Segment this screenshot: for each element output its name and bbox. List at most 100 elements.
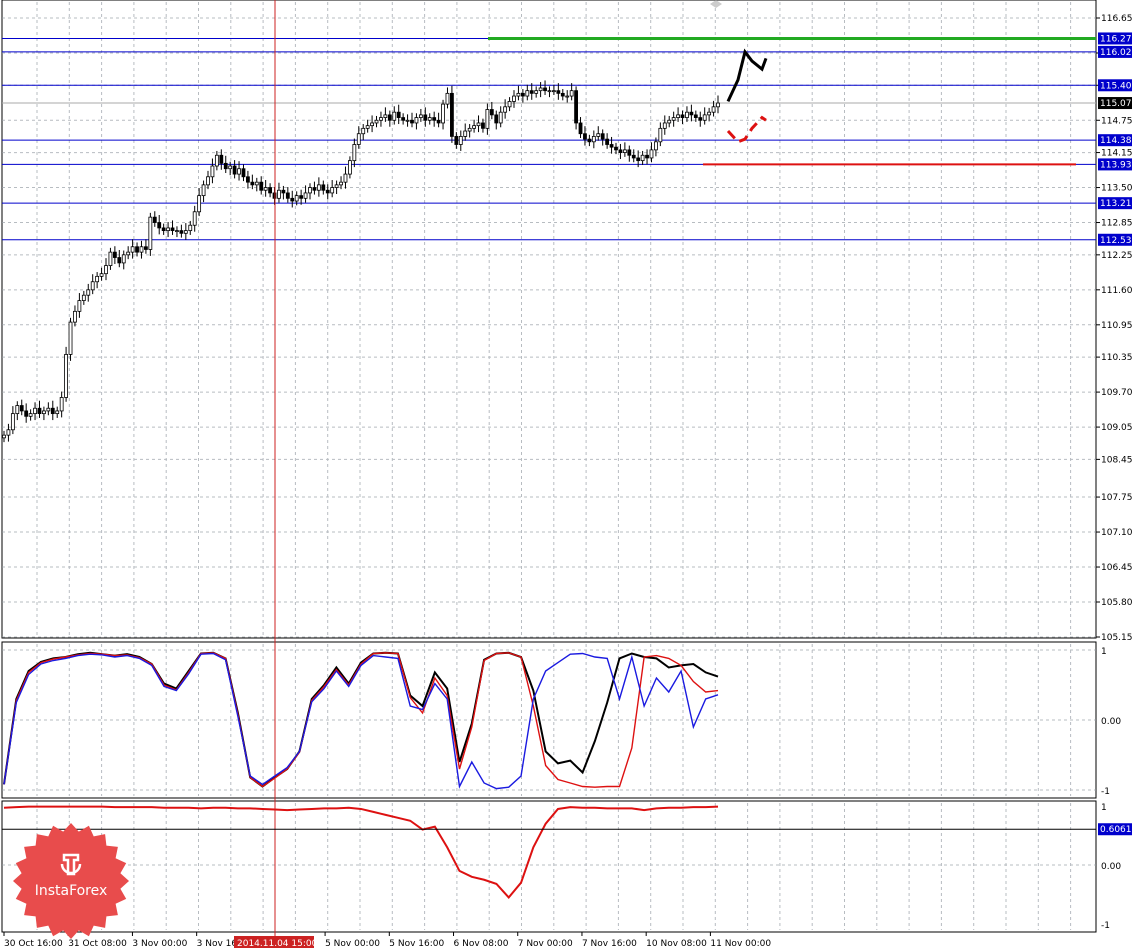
level-label-text: 116.27 [1100, 34, 1132, 44]
candle-body [6, 429, 11, 436]
candle-body [396, 111, 401, 118]
sub-tick-label: -1 [1101, 921, 1110, 931]
candle-body [108, 251, 113, 267]
chart-root: 116.65116.00115.40114.75114.15113.50112.… [0, 0, 1147, 950]
oscillator-tick-label: 0.00 [1101, 717, 1121, 727]
candle-body [685, 111, 689, 118]
candle-body [392, 111, 397, 121]
candle-body [50, 407, 55, 415]
candle-body [702, 114, 707, 121]
candle-body [556, 90, 561, 94]
candle-body [46, 407, 51, 412]
candle-body [130, 246, 135, 253]
candle-body [139, 246, 144, 253]
candle-body [698, 117, 703, 121]
candle-body [472, 125, 476, 129]
candle-body [543, 87, 547, 92]
candle-body [432, 117, 437, 121]
candle-body [560, 92, 565, 97]
candle-body [596, 133, 601, 137]
candle-body [600, 133, 605, 140]
candle-body [210, 165, 215, 178]
candle-body [383, 114, 388, 118]
candle-body [423, 114, 428, 121]
candle-body [148, 216, 153, 250]
candle-body [662, 122, 667, 129]
candle-body [676, 114, 680, 118]
candle-body [68, 321, 73, 355]
candle-body [161, 227, 166, 232]
candle-body [2, 434, 6, 439]
candle-body [42, 410, 46, 415]
price-tick-label: 112.25 [1101, 251, 1133, 261]
candle-body [693, 114, 698, 118]
price-tick-label: 114.15 [1101, 149, 1133, 159]
logo-starburst [13, 823, 129, 939]
candle-body [192, 211, 197, 226]
candle-body [37, 407, 42, 415]
candle-body [631, 154, 636, 159]
candle-body [281, 189, 286, 194]
candle-body [33, 407, 37, 415]
candle-body [494, 114, 499, 124]
candle-body [330, 187, 335, 194]
candle-body [552, 90, 556, 93]
candle-body [547, 90, 552, 93]
candle-body [405, 119, 410, 122]
candle-body [77, 300, 82, 312]
candle-body [197, 195, 202, 213]
candle-body [308, 187, 312, 194]
candle-body [219, 154, 224, 164]
candle-body [170, 227, 175, 232]
candle-body [237, 168, 241, 175]
price-tick-label: 114.75 [1101, 116, 1133, 126]
candle-body [583, 133, 587, 140]
candle-body [414, 117, 419, 124]
candle-body [144, 246, 148, 250]
candle-body [246, 176, 250, 183]
candle-body [534, 90, 539, 94]
chart-canvas[interactable]: 116.65116.00115.40114.75114.15113.50112.… [0, 0, 1147, 950]
candle-body [436, 119, 441, 124]
candle-body [587, 138, 592, 143]
candle-body [294, 195, 299, 202]
time-tick-label: 7 Nov 16:00 [582, 939, 637, 949]
price-tick-label: 105.15 [1101, 633, 1133, 643]
candle-body [112, 251, 117, 258]
candle-body [19, 405, 24, 412]
candle-body [591, 136, 596, 143]
candle-body [609, 144, 614, 148]
candle-body [241, 168, 246, 178]
candle-body [86, 289, 91, 296]
level-label-text: 115.07 [1100, 99, 1132, 109]
candle-body [312, 187, 317, 191]
candle-body [232, 165, 237, 175]
candle-body [303, 192, 308, 199]
candle-body [95, 275, 100, 283]
candle-body [263, 187, 268, 191]
candle-body [339, 181, 343, 186]
candle-body [188, 224, 193, 232]
candle-body [671, 117, 676, 121]
sub-tick-label: 1 [1101, 803, 1107, 813]
time-tick-label: 10 Nov 08:00 [646, 939, 707, 949]
candle-body [254, 181, 259, 186]
candle-body [201, 184, 206, 197]
candle-body [645, 154, 649, 159]
forecast-up-path [726, 48, 768, 103]
oscillator-tick-label: 1 [1101, 647, 1107, 657]
candle-body [520, 92, 525, 97]
candle-body [538, 87, 543, 92]
candle-body [348, 160, 352, 175]
price-tick-label: 110.35 [1101, 353, 1133, 363]
candle-body [516, 92, 521, 97]
oscillator-series-line [3, 652, 719, 790]
candle-body [503, 106, 508, 113]
candle-body [410, 119, 414, 124]
price-tick-label: 112.85 [1101, 219, 1133, 229]
candle-body [529, 90, 534, 94]
candle-body [489, 109, 494, 116]
candle-body [370, 122, 374, 127]
candle-body [605, 138, 610, 145]
candle-body [636, 157, 641, 162]
